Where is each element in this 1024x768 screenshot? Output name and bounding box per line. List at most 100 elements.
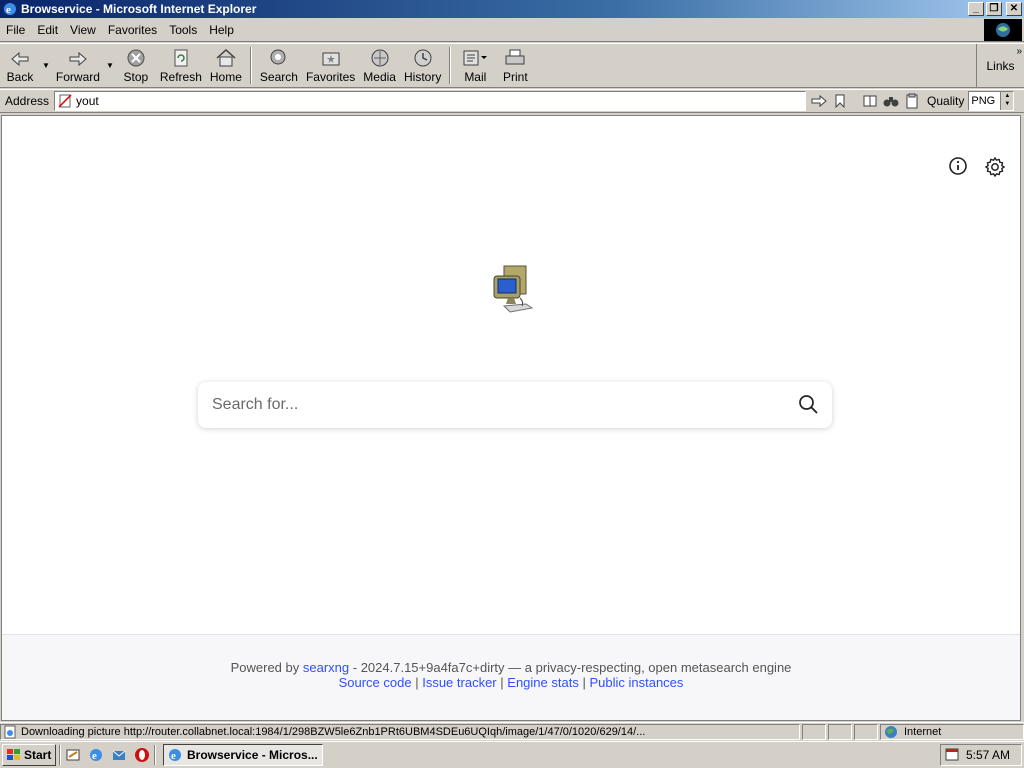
info-icon[interactable] [948, 156, 968, 181]
quality-selector[interactable]: PNG ▲ ▼ [968, 91, 1015, 111]
source-code-link[interactable]: Source code [339, 675, 412, 690]
menu-edit[interactable]: Edit [31, 23, 64, 37]
close-button[interactable]: ✕ [1006, 2, 1022, 16]
page-footer: Powered by searxng - 2024.7.15+9a4fa7c+d… [2, 634, 1020, 720]
home-label: Home [209, 70, 242, 84]
refresh-label: Refresh [159, 70, 202, 84]
history-label: History [403, 70, 442, 84]
gear-icon[interactable] [984, 156, 1006, 181]
start-button[interactable]: Start [2, 744, 56, 766]
issue-tracker-link[interactable]: Issue tracker [422, 675, 496, 690]
forward-dropdown-icon[interactable]: ▼ [106, 61, 114, 70]
search-label: Search [259, 70, 298, 84]
mail-button[interactable]: Mail [455, 44, 495, 87]
powered-by-text: Powered by [230, 660, 300, 675]
stop-label: Stop [123, 70, 149, 84]
restore-button[interactable]: ❐ [986, 2, 1002, 16]
outlook-icon[interactable] [110, 746, 128, 764]
status-cell [828, 723, 852, 740]
status-bar: Downloading picture http://router.collab… [0, 722, 1024, 740]
forward-arrow-icon [69, 51, 87, 67]
address-label: Address [5, 94, 50, 108]
search-globe-icon [270, 49, 286, 65]
page-viewport: Powered by searxng - 2024.7.15+9a4fa7c+d… [1, 115, 1021, 721]
favorites-button[interactable]: Favorites [302, 44, 359, 87]
task-label: Browservice - Micros... [187, 748, 318, 762]
page-icon [4, 725, 16, 738]
address-field[interactable] [54, 91, 807, 111]
security-zone: Internet [880, 723, 1024, 740]
back-label: Back [6, 70, 34, 84]
status-cell [854, 723, 878, 740]
menu-favorites[interactable]: Favorites [102, 23, 163, 37]
start-label: Start [24, 748, 52, 762]
forward-button[interactable]: Forward [52, 44, 104, 87]
internet-globe-icon [885, 725, 897, 738]
standard-toolbar: Back ▼ Forward ▼ Stop Refresh Home Searc… [0, 43, 1024, 88]
history-button[interactable]: History [400, 44, 445, 87]
forward-label: Forward [55, 70, 100, 84]
svg-text:e: e [171, 750, 176, 762]
go-arrow-icon[interactable] [810, 92, 828, 110]
favorites-folder-icon [322, 52, 340, 66]
print-button[interactable]: Print [495, 44, 535, 87]
window-title: Browservice - Microsoft Internet Explore… [21, 2, 257, 16]
computer-logo-icon [490, 264, 538, 319]
stop-icon [127, 49, 145, 67]
footer-separator: | [582, 675, 586, 690]
status-cell [802, 723, 826, 740]
favorites-label: Favorites [305, 70, 356, 84]
minimize-button[interactable]: _ [968, 2, 984, 16]
binoculars-icon[interactable] [882, 92, 900, 110]
back-dropdown-icon[interactable]: ▼ [42, 61, 50, 70]
menu-file[interactable]: File [0, 23, 31, 37]
home-button[interactable]: Home [206, 44, 246, 87]
title-bar: e Browservice - Microsoft Internet Explo… [0, 0, 1024, 18]
refresh-icon [174, 49, 188, 67]
taskbar: Start e e Browservice - Micros... 5:57 A… [0, 741, 1024, 768]
scheduler-icon[interactable] [944, 746, 960, 765]
windows-throbber-icon [984, 18, 1022, 41]
search-button[interactable]: Search [256, 44, 302, 87]
spin-up-icon[interactable]: ▲ [1001, 92, 1013, 100]
address-bar: Address Quality PNG ▲▼ [0, 89, 1024, 113]
media-icon [371, 49, 389, 67]
links-chevron-icon[interactable]: » [1016, 46, 1022, 57]
system-tray: 5:57 AM [940, 744, 1022, 766]
stop-button[interactable]: Stop [116, 44, 156, 87]
menu-bar: File Edit View Favorites Tools Help [0, 18, 1024, 42]
engine-stats-link[interactable]: Engine stats [507, 675, 579, 690]
footer-separator: | [415, 675, 419, 690]
status-text-panel: Downloading picture http://router.collab… [0, 723, 800, 740]
page-broken-icon [58, 94, 72, 108]
task-browservice[interactable]: e Browservice - Micros... [163, 744, 323, 766]
back-button[interactable]: Back [0, 44, 40, 87]
quality-label: Quality [927, 94, 965, 108]
refresh-button[interactable]: Refresh [156, 44, 206, 87]
quality-spinner[interactable]: ▲ ▼ [1000, 92, 1014, 110]
spin-down-icon[interactable]: ▼ [1001, 100, 1013, 108]
menu-tools[interactable]: Tools [163, 23, 203, 37]
searxng-link[interactable]: searxng [303, 660, 349, 675]
media-button[interactable]: Media [359, 44, 400, 87]
printer-icon [505, 49, 525, 65]
clock[interactable]: 5:57 AM [966, 748, 1010, 762]
address-input[interactable] [76, 94, 806, 108]
search-input[interactable] [212, 396, 798, 414]
search-box[interactable] [198, 382, 832, 428]
windows-logo-icon [7, 749, 20, 760]
menu-help[interactable]: Help [203, 23, 240, 37]
ie-quicklaunch-icon[interactable]: e [87, 746, 105, 764]
book-icon[interactable] [861, 92, 879, 110]
clipboard-icon[interactable] [903, 92, 921, 110]
bookmark-icon[interactable] [831, 92, 849, 110]
quality-value: PNG [971, 95, 996, 107]
public-instances-link[interactable]: Public instances [589, 675, 683, 690]
menu-view[interactable]: View [64, 23, 102, 37]
show-desktop-icon[interactable] [64, 746, 82, 764]
svg-text:e: e [92, 750, 97, 762]
links-bar[interactable]: Links » [976, 44, 1024, 87]
opera-icon[interactable] [133, 746, 151, 764]
search-icon[interactable] [798, 394, 818, 417]
version-text: - 2024.7.15+9a4fa7c+dirty — a privacy-re… [352, 660, 792, 675]
